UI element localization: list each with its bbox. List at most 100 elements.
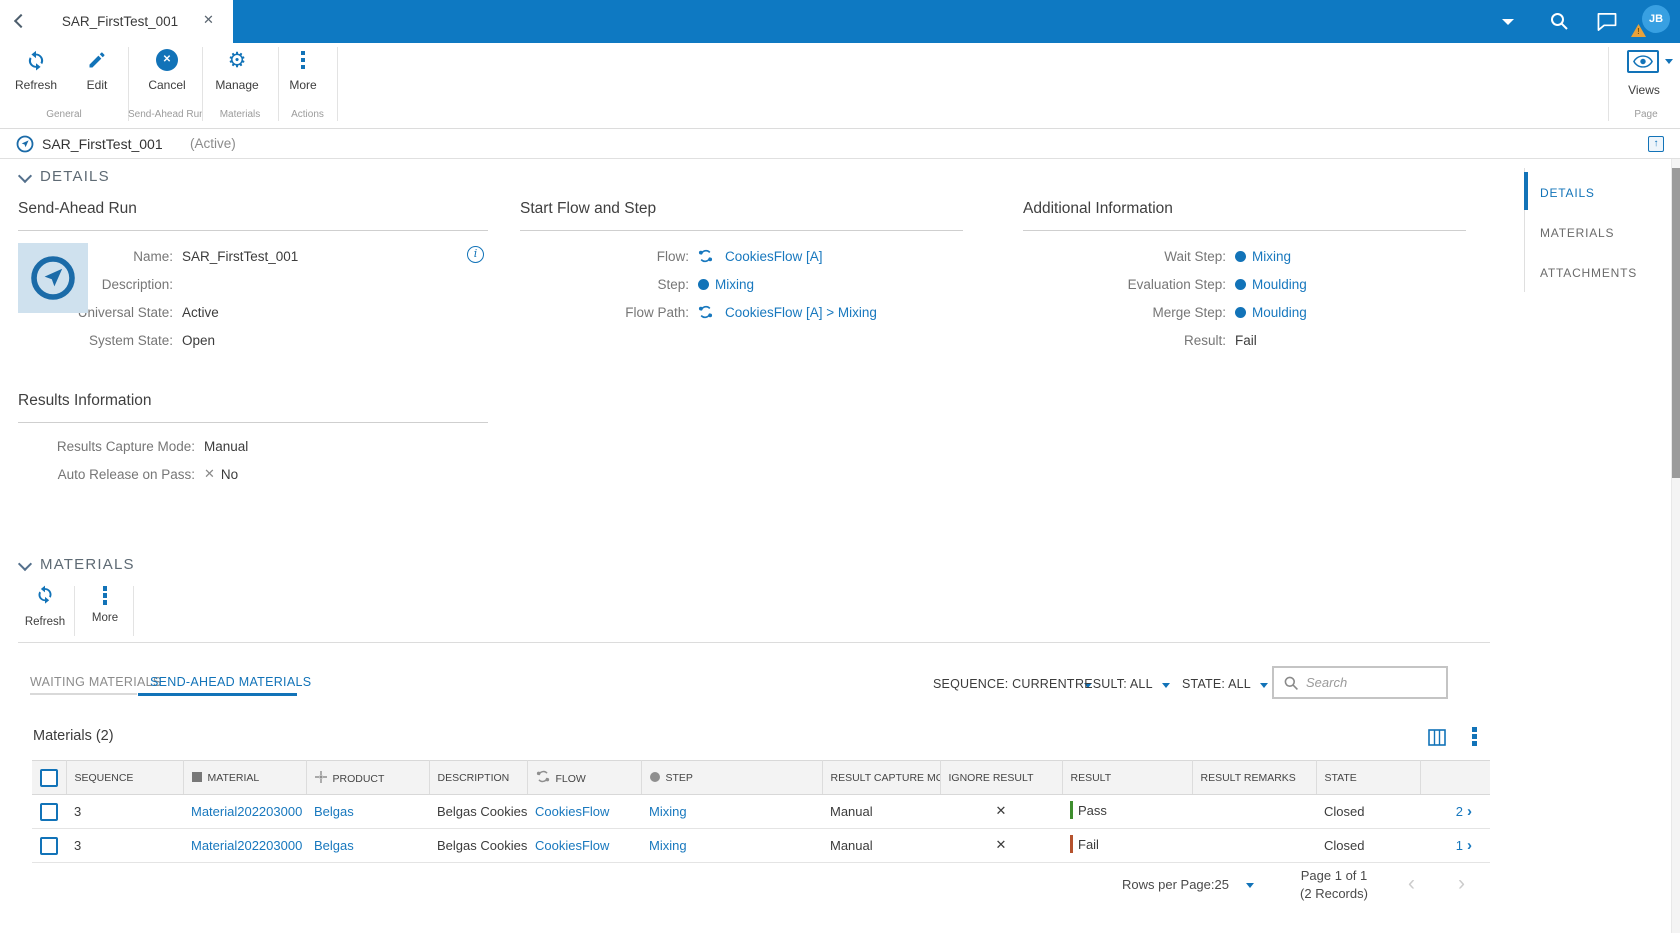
materials-refresh-button[interactable]: Refresh bbox=[18, 584, 72, 638]
previous-page-icon[interactable]: ‹ bbox=[1408, 872, 1415, 896]
col-result-remarks[interactable]: RESULT REMARKS bbox=[1192, 760, 1317, 795]
results-info-panel: Results Information Results Capture Mode… bbox=[18, 392, 488, 493]
filter-sequence[interactable]: SEQUENCE: CURRENT bbox=[933, 677, 1093, 691]
product-link[interactable]: Belgas bbox=[314, 838, 354, 853]
materials-more-button[interactable]: More bbox=[80, 584, 130, 638]
cell-result-capture-mode: Manual bbox=[822, 828, 940, 863]
flow-path-link[interactable]: CookiesFlow [A] > Mixing bbox=[725, 305, 877, 320]
cell-detail-count[interactable]: 2 › bbox=[1420, 794, 1490, 829]
step-link[interactable]: Mixing bbox=[715, 277, 754, 292]
rows-per-page[interactable]: Rows per Page:25 bbox=[1122, 877, 1229, 892]
search-icon[interactable] bbox=[1549, 11, 1569, 36]
cell-detail-count[interactable]: 1 › bbox=[1420, 828, 1490, 863]
table-row[interactable]: 3 Material202203000 Belgas Belgas Cookie… bbox=[32, 794, 1490, 829]
flow-link[interactable]: CookiesFlow bbox=[535, 804, 609, 819]
more-button[interactable]: More bbox=[276, 48, 330, 102]
cell-material: Material202203000 bbox=[183, 794, 306, 829]
button-label: Refresh bbox=[14, 78, 58, 92]
ribbon-group-send-ahead-run: Send-Ahead Run bbox=[128, 109, 202, 120]
active-tab[interactable]: SAR_FirstTest_001 bbox=[42, 0, 198, 43]
entity-header: SAR_FirstTest_001 (Active) ↑ bbox=[0, 129, 1680, 159]
flow-icon bbox=[536, 770, 549, 783]
next-page-icon[interactable]: › bbox=[1458, 872, 1465, 896]
cell-material: Material202203000 bbox=[183, 828, 306, 863]
field-result: Result: Fail bbox=[1183, 332, 1257, 348]
product-link[interactable]: Belgas bbox=[314, 804, 354, 819]
avatar[interactable]: JB bbox=[1642, 5, 1670, 33]
cell-ignore-result: ✕ bbox=[940, 794, 1062, 829]
search-input[interactable] bbox=[1306, 675, 1426, 690]
column-options-icon[interactable] bbox=[1428, 729, 1446, 751]
material-link[interactable]: Material202203000 bbox=[191, 838, 302, 853]
cell-result: Pass bbox=[1062, 794, 1192, 829]
rows-per-page-caret-icon[interactable] bbox=[1246, 883, 1254, 888]
nav-item-materials[interactable]: MATERIALS bbox=[1540, 226, 1614, 240]
col-step[interactable]: STEP bbox=[641, 760, 823, 795]
x-icon: ✕ bbox=[204, 466, 215, 482]
views-button[interactable] bbox=[1627, 50, 1659, 73]
col-description[interactable]: DESCRIPTION bbox=[429, 760, 528, 795]
details-collapse-icon[interactable] bbox=[17, 168, 33, 184]
nav-item-attachments[interactable]: ATTACHMENTS bbox=[1540, 266, 1637, 280]
ribbon-toolbar: Refresh Edit ✕ Cancel ⚙ Manage More Gene… bbox=[0, 43, 1680, 129]
tab-close-icon[interactable]: ✕ bbox=[203, 12, 214, 28]
flow-link[interactable]: CookiesFlow bbox=[535, 838, 609, 853]
tab-send-ahead-materials[interactable]: SEND-AHEAD MATERIALS bbox=[150, 675, 311, 689]
field-evaluation-step: Evaluation Step: Moulding bbox=[1127, 276, 1307, 292]
col-product[interactable]: PRODUCT bbox=[306, 760, 430, 795]
back-icon[interactable] bbox=[13, 13, 29, 29]
wait-step-link[interactable]: Mixing bbox=[1252, 249, 1291, 264]
col-material[interactable]: MATERIAL bbox=[183, 760, 307, 795]
col-state[interactable]: STATE bbox=[1316, 760, 1421, 795]
material-link[interactable]: Material202203000 bbox=[191, 804, 302, 819]
col-sequence[interactable]: SEQUENCE bbox=[66, 760, 184, 795]
cell-step: Mixing bbox=[641, 794, 822, 829]
table-row[interactable]: 3 Material202203000 Belgas Belgas Cookie… bbox=[32, 828, 1490, 863]
step-icon bbox=[1235, 250, 1246, 262]
eye-icon bbox=[1633, 55, 1653, 68]
product-icon bbox=[314, 770, 327, 783]
dock-panel-icon[interactable]: ↑ bbox=[1648, 136, 1664, 152]
views-label[interactable]: Views bbox=[1613, 83, 1675, 97]
panel-title: Send-Ahead Run bbox=[18, 200, 488, 231]
col-flow[interactable]: FLOW bbox=[527, 760, 642, 795]
select-all-checkbox[interactable] bbox=[39, 768, 58, 787]
cancel-button[interactable]: ✕ Cancel bbox=[138, 48, 196, 102]
details-section-label[interactable]: DETAILS bbox=[40, 168, 110, 185]
flow-link[interactable]: CookiesFlow [A] bbox=[725, 249, 823, 264]
row-checkbox[interactable] bbox=[40, 802, 58, 821]
col-result[interactable]: RESULT bbox=[1062, 760, 1193, 795]
cell-product: Belgas bbox=[306, 828, 429, 863]
button-label: Edit bbox=[86, 78, 108, 92]
field-auto-release: Auto Release on Pass: ✕ No bbox=[57, 466, 239, 482]
filter-result[interactable]: RESULT: ALL bbox=[1075, 677, 1170, 691]
tab-waiting-materials[interactable]: WAITING MATERIALS bbox=[30, 675, 162, 689]
views-caret-icon[interactable] bbox=[1665, 59, 1673, 64]
chat-icon[interactable] bbox=[1596, 12, 1618, 36]
step-link[interactable]: Mixing bbox=[649, 838, 687, 853]
scrollbar-thumb[interactable] bbox=[1672, 168, 1680, 478]
refresh-button[interactable]: Refresh bbox=[8, 48, 64, 102]
active-tab-underline bbox=[138, 693, 297, 696]
materials-collapse-icon[interactable] bbox=[17, 556, 33, 572]
filter-state[interactable]: STATE: ALL bbox=[1182, 677, 1269, 691]
edit-button[interactable]: Edit bbox=[70, 48, 124, 102]
evaluation-step-link[interactable]: Moulding bbox=[1252, 277, 1307, 292]
caret-down-icon bbox=[1161, 683, 1170, 688]
manage-button[interactable]: ⚙ Manage bbox=[208, 48, 266, 102]
panel-title: Additional Information bbox=[1023, 200, 1466, 231]
step-link[interactable]: Mixing bbox=[649, 804, 687, 819]
merge-step-link[interactable]: Moulding bbox=[1252, 305, 1307, 320]
materials-section-label[interactable]: MATERIALS bbox=[40, 556, 135, 573]
field-wait-step: Wait Step: Mixing bbox=[1164, 248, 1292, 264]
col-ignore-result[interactable]: IGNORE RESULT bbox=[940, 760, 1063, 795]
row-checkbox[interactable] bbox=[40, 836, 58, 855]
info-icon[interactable]: i bbox=[467, 246, 484, 263]
ribbon-group-materials: Materials bbox=[219, 109, 261, 120]
grid-kebab-icon[interactable] bbox=[1472, 727, 1477, 746]
toolbar-separator bbox=[74, 586, 75, 636]
menu-caret-icon[interactable] bbox=[1502, 19, 1514, 25]
ribbon-group-general: General bbox=[46, 109, 82, 120]
nav-item-details[interactable]: DETAILS bbox=[1540, 186, 1595, 200]
col-result-capture-mode[interactable]: RESULT CAPTURE MOD bbox=[822, 760, 941, 795]
